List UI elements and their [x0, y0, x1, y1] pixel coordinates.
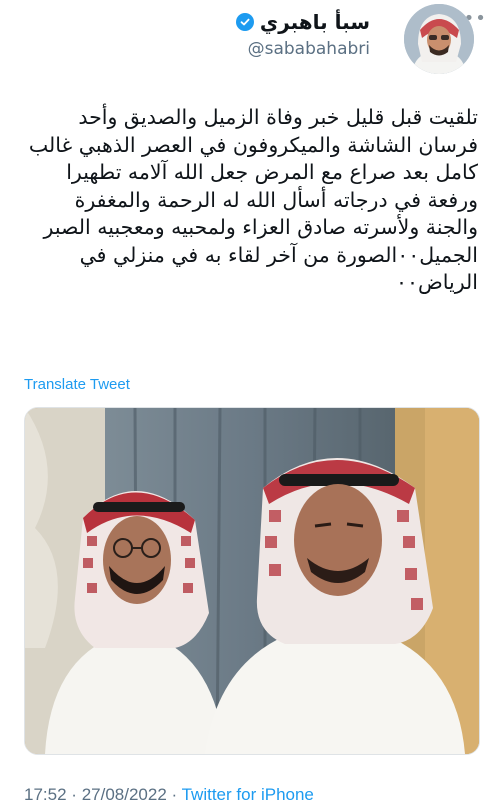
tweet-date[interactable]: 27/08/2022 [82, 785, 167, 804]
meta-separator: · [71, 785, 77, 804]
translate-tweet-link[interactable]: Translate Tweet [24, 376, 130, 393]
tweet-time[interactable]: 17:52 [24, 785, 67, 804]
tweet-text: تلقيت قبل قليل خبر وفاة الزميل والصديق و… [28, 105, 478, 294]
author-handle[interactable]: @sababahabri [236, 39, 370, 59]
tweet-photo[interactable] [24, 407, 480, 755]
meta-separator-2: · [171, 785, 178, 804]
tweet-meta: 17:52 · 27/08/2022 · Twitter for iPhone [24, 785, 314, 805]
author-avatar[interactable] [404, 4, 474, 74]
tweet-source-link[interactable]: Twitter for iPhone [182, 785, 314, 804]
author-info[interactable]: سبأ باهبري @sababahabri [235, 10, 370, 59]
verified-badge-icon [235, 13, 254, 31]
author-display-name[interactable]: سبأ باهبري [260, 10, 370, 34]
tweet-header: ••• سبأ باهبري @sababahabri [0, 0, 500, 80]
